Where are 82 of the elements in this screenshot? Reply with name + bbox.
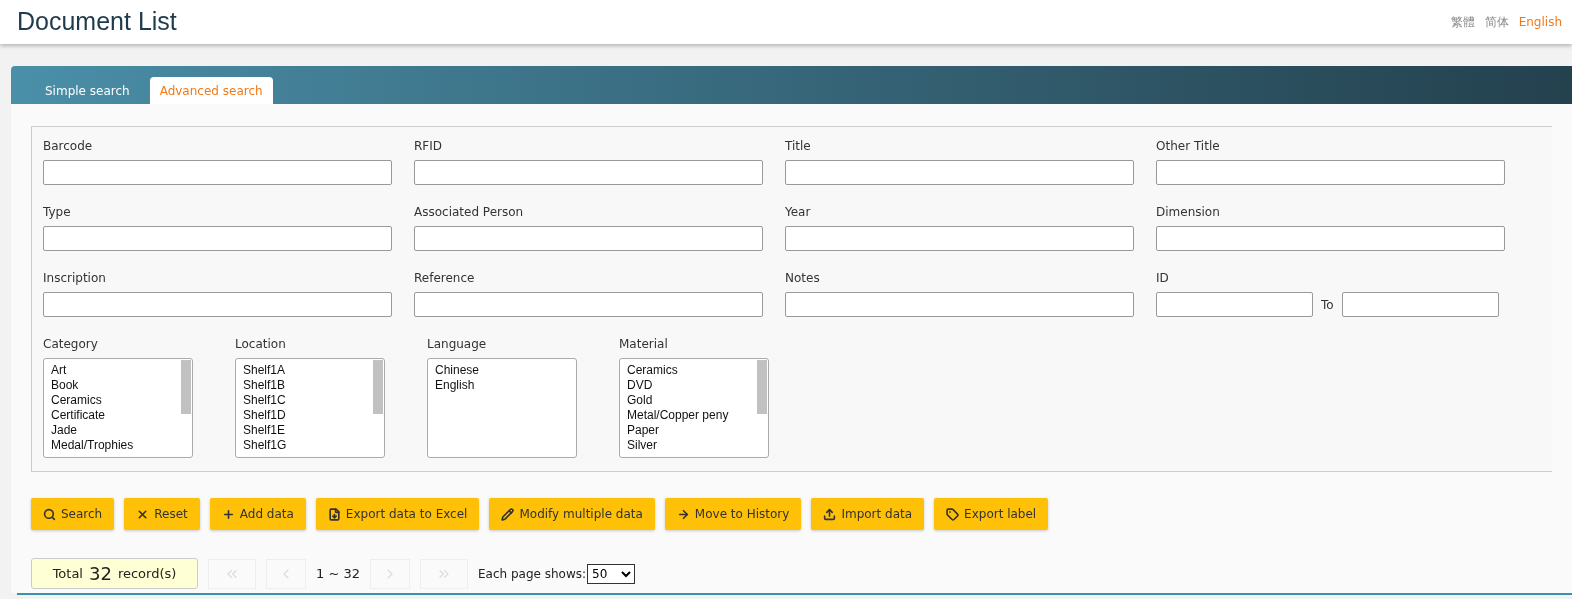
- list-option[interactable]: DVD: [627, 378, 768, 393]
- page-title: Document List: [17, 6, 177, 38]
- field-label: ID: [1156, 270, 1170, 287]
- arrow-right-icon: [676, 507, 690, 521]
- page-size-select[interactable]: 50: [587, 563, 636, 584]
- pencil-icon: [501, 507, 515, 521]
- multi-select-list[interactable]: Shelf1A Shelf1B Shelf1C Shelf1D Shelf1E Shelf1G: [235, 358, 385, 458]
- input-field[interactable]: [1341, 292, 1499, 317]
- field-label: Notes: [785, 270, 821, 287]
- field-label: Title: [785, 138, 812, 155]
- field-label: Category: [43, 336, 99, 353]
- list-option[interactable]: Shelf1C: [243, 393, 384, 408]
- field-label: Material: [619, 336, 669, 353]
- list-option[interactable]: English: [435, 378, 576, 393]
- list-option[interactable]: Shelf1B: [243, 378, 384, 393]
- tab[interactable]: Simple search: [35, 77, 140, 104]
- list-option[interactable]: Silver: [627, 438, 768, 453]
- field-label: Other Title: [1156, 138, 1221, 155]
- action-button[interactable]: Export data to Excel: [315, 498, 480, 530]
- field-label: Year: [785, 204, 812, 221]
- list-option[interactable]: Metal/Copper peny: [627, 408, 768, 423]
- file-download-icon: [327, 507, 341, 521]
- list-option[interactable]: Shelf1E: [243, 423, 384, 438]
- input-field[interactable]: [1156, 292, 1313, 317]
- list-option[interactable]: Jade: [51, 423, 192, 438]
- field-label: Barcode: [43, 138, 94, 155]
- action-button[interactable]: Add data: [209, 498, 306, 530]
- input-field[interactable]: [414, 226, 763, 251]
- action-button[interactable]: Export label: [934, 498, 1049, 530]
- list-option[interactable]: Shelf1G: [243, 438, 384, 453]
- action-button[interactable]: Search: [31, 498, 115, 530]
- field-label: Type: [43, 204, 72, 221]
- upload-icon: [823, 507, 837, 521]
- total-label: Total: [52, 564, 83, 583]
- page-size-label: Each page shows:: [478, 565, 587, 583]
- field-label: Location: [235, 336, 287, 353]
- input-field[interactable]: [43, 160, 392, 185]
- records-label: record(s): [117, 564, 177, 583]
- field-label: RFID: [414, 138, 444, 155]
- input-field[interactable]: [785, 160, 1134, 185]
- input-field[interactable]: [1156, 226, 1505, 251]
- input-field[interactable]: [414, 160, 763, 185]
- list-option[interactable]: Certificate: [51, 408, 192, 423]
- scrollbar-thumb[interactable]: [181, 360, 191, 414]
- search-icon: [43, 507, 56, 521]
- input-field[interactable]: [785, 226, 1134, 251]
- list-option[interactable]: Shelf1A: [243, 363, 384, 378]
- scrollbar-thumb[interactable]: [757, 360, 767, 414]
- list-option[interactable]: Chinese: [435, 363, 576, 378]
- field-label: Reference: [414, 270, 476, 287]
- input-field[interactable]: [43, 292, 392, 317]
- total-count: 32: [89, 562, 112, 586]
- action-button[interactable]: Move to History: [664, 498, 802, 530]
- language-link[interactable]: 简体: [1484, 13, 1509, 31]
- list-option[interactable]: Art: [51, 363, 192, 378]
- list-option[interactable]: Medal/Trophies: [51, 438, 192, 453]
- list-option[interactable]: Book: [51, 378, 192, 393]
- action-button[interactable]: Modify multiple data: [489, 498, 655, 530]
- plus-icon: [221, 507, 235, 521]
- input-field[interactable]: [785, 292, 1134, 317]
- scrollbar-thumb[interactable]: [373, 360, 383, 414]
- action-button[interactable]: Reset: [124, 498, 200, 530]
- field-label: Dimension: [1156, 204, 1221, 221]
- field-label: Language: [427, 336, 488, 353]
- multi-select-list[interactable]: Art Book Ceramics Certificate Jade Medal/Trophies: [43, 358, 193, 458]
- list-option[interactable]: Gold: [627, 393, 768, 408]
- range-separator: To: [1321, 296, 1334, 314]
- input-field[interactable]: [414, 292, 763, 317]
- list-option[interactable]: Paper: [627, 423, 768, 438]
- multi-select-list[interactable]: Ceramics DVD Gold Metal/Copper peny Paper Silver: [619, 358, 769, 458]
- input-field[interactable]: [1156, 160, 1505, 185]
- field-label: Associated Person: [414, 204, 525, 221]
- tag-icon: [946, 507, 960, 521]
- field-label: Inscription: [43, 270, 107, 287]
- action-button[interactable]: Import data: [811, 498, 925, 530]
- list-option[interactable]: Ceramics: [51, 393, 192, 408]
- input-field[interactable]: [43, 226, 392, 251]
- list-option[interactable]: Ceramics: [627, 363, 768, 378]
- multi-select-list[interactable]: Chinese English: [427, 358, 577, 458]
- list-option[interactable]: Shelf1D: [243, 408, 384, 423]
- language-link[interactable]: 繁體: [1450, 13, 1475, 31]
- page-range: 1 ~ 32: [316, 564, 360, 583]
